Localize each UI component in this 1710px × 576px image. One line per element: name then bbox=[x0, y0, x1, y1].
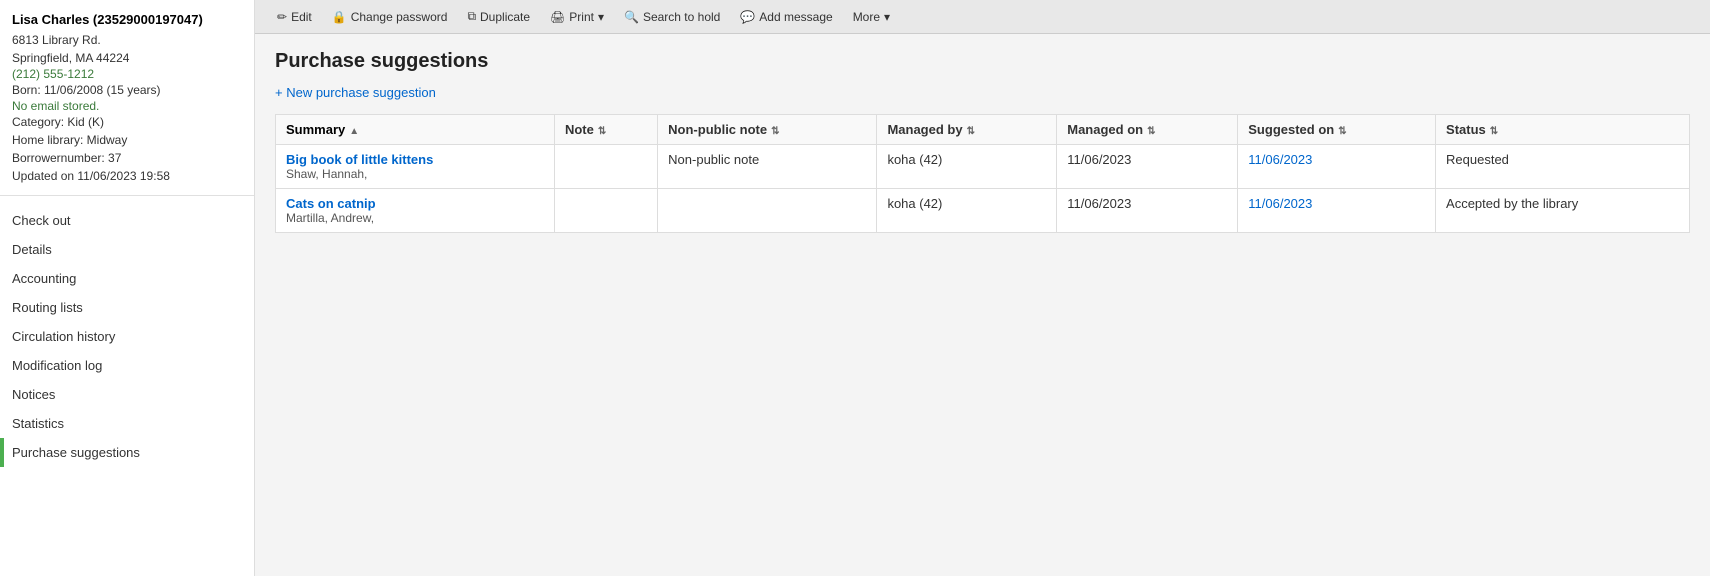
cell-status: Requested bbox=[1436, 145, 1690, 189]
sort-icon: ⇅ bbox=[1147, 126, 1155, 137]
col-header-suggested-on[interactable]: Suggested on ⇅ bbox=[1238, 115, 1436, 145]
patron-no-email: No email stored. bbox=[0, 99, 254, 113]
cell-suggested-on: 11/06/2023 bbox=[1238, 145, 1436, 189]
sidebar-item-statistics[interactable]: Statistics bbox=[0, 409, 254, 438]
sort-icon: ⇅ bbox=[598, 126, 606, 137]
more-chevron-icon: ▾ bbox=[884, 10, 890, 24]
sidebar-item-notices[interactable]: Notices bbox=[0, 380, 254, 409]
cell-managed-by: koha (42) bbox=[877, 189, 1057, 233]
print-icon: 🖨 bbox=[550, 10, 565, 24]
edit-button[interactable]: ✏ Edit bbox=[269, 6, 320, 28]
book-title-link[interactable]: Cats on catnip bbox=[286, 196, 544, 211]
cell-summary: Cats on catnipMartilla, Andrew, bbox=[276, 189, 555, 233]
col-header-managed-on[interactable]: Managed on ⇅ bbox=[1057, 115, 1238, 145]
patron-home-library: Home library: Midway bbox=[0, 131, 254, 149]
page-title: Purchase suggestions bbox=[275, 50, 1690, 73]
col-header-note[interactable]: Note ⇅ bbox=[554, 115, 657, 145]
sidebar-nav: Check outDetailsAccountingRouting listsC… bbox=[0, 206, 254, 467]
patron-born: Born: 11/06/2008 (15 years) bbox=[0, 81, 254, 99]
book-author: Martilla, Andrew, bbox=[286, 211, 544, 225]
suggested-on-link[interactable]: 11/06/2023 bbox=[1248, 152, 1312, 167]
sort-icon: ⇅ bbox=[1338, 126, 1346, 137]
cell-managed-on: 11/06/2023 bbox=[1057, 145, 1238, 189]
copy-icon: ⧉ bbox=[467, 9, 476, 24]
table-row: Big book of little kittensShaw, Hannah, N… bbox=[276, 145, 1690, 189]
patron-address-line1: 6813 Library Rd. bbox=[0, 31, 254, 49]
duplicate-button[interactable]: ⧉ Duplicate bbox=[459, 5, 538, 28]
sort-icon: ▲ bbox=[349, 126, 359, 137]
patron-category: Category: Kid (K) bbox=[0, 113, 254, 131]
toolbar: ✏ Edit 🔒 Change password ⧉ Duplicate 🖨 P… bbox=[255, 0, 1710, 34]
col-header-status[interactable]: Status ⇅ bbox=[1436, 115, 1690, 145]
table-body: Big book of little kittensShaw, Hannah, N… bbox=[276, 145, 1690, 233]
sidebar-item-details[interactable]: Details bbox=[0, 235, 254, 264]
search-icon: 🔍 bbox=[624, 10, 639, 24]
sidebar-item-modification-log[interactable]: Modification log bbox=[0, 351, 254, 380]
patron-updated: Updated on 11/06/2023 19:58 bbox=[0, 167, 254, 185]
lock-icon: 🔒 bbox=[332, 10, 347, 24]
patron-address-line2: Springfield, MA 44224 bbox=[0, 49, 254, 67]
suggested-on-link[interactable]: 11/06/2023 bbox=[1248, 196, 1312, 211]
pencil-icon: ✏ bbox=[277, 10, 287, 24]
patron-phone: (212) 555-1212 bbox=[0, 67, 254, 81]
cell-managed-on: 11/06/2023 bbox=[1057, 189, 1238, 233]
sidebar-item-accounting[interactable]: Accounting bbox=[0, 264, 254, 293]
sort-icon: ⇅ bbox=[967, 126, 975, 137]
new-purchase-suggestion-link[interactable]: + New purchase suggestion bbox=[275, 85, 436, 100]
page-content: Purchase suggestions + New purchase sugg… bbox=[255, 34, 1710, 249]
cell-status: Accepted by the library bbox=[1436, 189, 1690, 233]
sidebar-item-purchase-suggestions[interactable]: Purchase suggestions bbox=[0, 438, 254, 467]
message-icon: 💬 bbox=[740, 10, 755, 24]
table-header: Summary ▲Note ⇅Non-public note ⇅Managed … bbox=[276, 115, 1690, 145]
col-header-managed-by[interactable]: Managed by ⇅ bbox=[877, 115, 1057, 145]
cell-suggested-on: 11/06/2023 bbox=[1238, 189, 1436, 233]
sort-icon: ⇅ bbox=[771, 126, 779, 137]
patron-name: Lisa Charles (23529000197047) bbox=[0, 12, 254, 31]
search-to-hold-button[interactable]: 🔍 Search to hold bbox=[616, 6, 728, 28]
print-button[interactable]: 🖨 Print ▾ bbox=[542, 6, 612, 28]
sidebar-item-check-out[interactable]: Check out bbox=[0, 206, 254, 235]
col-header-summary[interactable]: Summary ▲ bbox=[276, 115, 555, 145]
cell-note bbox=[554, 189, 657, 233]
add-message-button[interactable]: 💬 Add message bbox=[732, 6, 840, 28]
print-chevron-icon: ▾ bbox=[598, 10, 604, 24]
cell-non-public-note: Non-public note bbox=[658, 145, 877, 189]
cell-non-public-note bbox=[658, 189, 877, 233]
col-header-non-public-note[interactable]: Non-public note ⇅ bbox=[658, 115, 877, 145]
book-author: Shaw, Hannah, bbox=[286, 167, 544, 181]
more-button[interactable]: More ▾ bbox=[845, 6, 898, 28]
main-content: ✏ Edit 🔒 Change password ⧉ Duplicate 🖨 P… bbox=[255, 0, 1710, 576]
sidebar: Lisa Charles (23529000197047) 6813 Libra… bbox=[0, 0, 255, 576]
patron-borrower-number: Borrowernumber: 37 bbox=[0, 149, 254, 167]
suggestions-table: Summary ▲Note ⇅Non-public note ⇅Managed … bbox=[275, 114, 1690, 233]
sort-icon: ⇅ bbox=[1490, 126, 1498, 137]
cell-summary: Big book of little kittensShaw, Hannah, bbox=[276, 145, 555, 189]
change-password-button[interactable]: 🔒 Change password bbox=[324, 6, 456, 28]
cell-note bbox=[554, 145, 657, 189]
table-row: Cats on catnipMartilla, Andrew, koha (42)… bbox=[276, 189, 1690, 233]
book-title-link[interactable]: Big book of little kittens bbox=[286, 152, 544, 167]
sidebar-item-circulation-history[interactable]: Circulation history bbox=[0, 322, 254, 351]
cell-managed-by: koha (42) bbox=[877, 145, 1057, 189]
sidebar-item-routing-lists[interactable]: Routing lists bbox=[0, 293, 254, 322]
